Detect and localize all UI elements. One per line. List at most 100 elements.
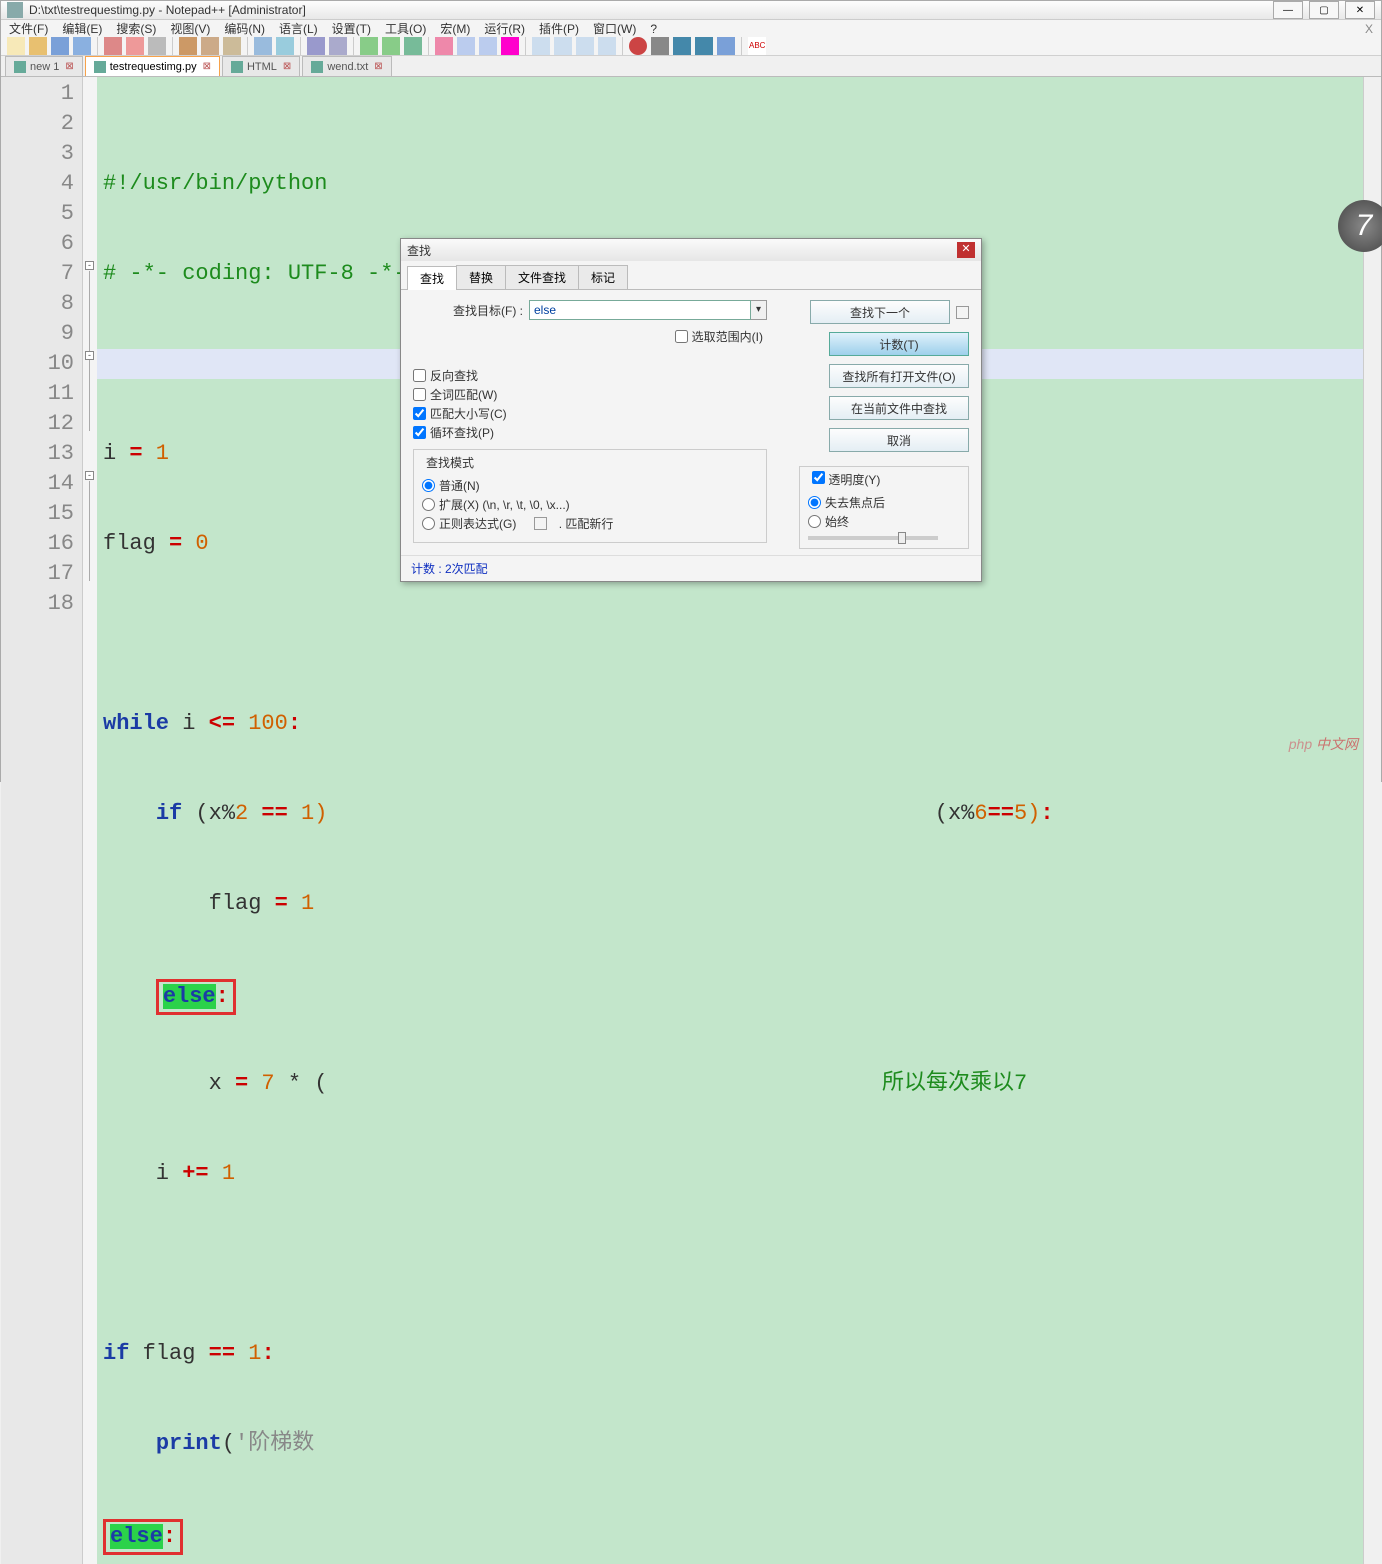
tab-close-icon[interactable]: ⊠ — [283, 61, 291, 72]
doc2-icon[interactable] — [554, 37, 572, 55]
menu-close-x[interactable]: X — [1365, 22, 1373, 36]
fold-toggle-icon[interactable]: - — [85, 261, 94, 270]
dialog-close-button[interactable]: ✕ — [957, 242, 975, 258]
mode-normal-radio[interactable] — [422, 479, 435, 492]
mode-extended-radio[interactable] — [422, 498, 435, 511]
copy-icon[interactable] — [201, 37, 219, 55]
title-bar[interactable]: D:\txt\testrequestimg.py - Notepad++ [Ad… — [1, 1, 1381, 20]
wholeword-checkbox[interactable] — [413, 388, 426, 401]
showall-icon[interactable] — [457, 37, 475, 55]
count-button[interactable]: 计数(T) — [829, 332, 969, 356]
tab-close-icon[interactable]: ⊠ — [374, 61, 382, 72]
tab-find[interactable]: 查找 — [407, 266, 457, 290]
trans-always-radio[interactable] — [808, 515, 821, 528]
app-icon — [7, 2, 23, 18]
undo-icon[interactable] — [254, 37, 272, 55]
fold-column[interactable]: - - - — [83, 77, 97, 1564]
tab-new1[interactable]: new 1⊠ — [5, 56, 83, 76]
find-icon[interactable] — [307, 37, 325, 55]
find-dialog[interactable]: 查找 ✕ 查找 替换 文件查找 标记 查找目标(F) : ▾ 选取范围内(I) … — [400, 238, 982, 582]
dialog-title-bar[interactable]: 查找 ✕ — [401, 239, 981, 261]
redo-icon[interactable] — [276, 37, 294, 55]
play-icon[interactable] — [673, 37, 691, 55]
funclist-icon[interactable] — [576, 37, 594, 55]
menu-plugins[interactable]: 插件(P) — [539, 20, 579, 37]
backward-checkbox[interactable] — [413, 369, 426, 382]
minimize-button[interactable]: — — [1273, 1, 1303, 19]
dialog-title: 查找 — [407, 242, 431, 259]
menu-language[interactable]: 语言(L) — [279, 20, 318, 37]
menu-run[interactable]: 运行(R) — [484, 20, 525, 37]
menu-file[interactable]: 文件(F) — [9, 20, 48, 37]
paste-icon[interactable] — [223, 37, 241, 55]
matchcase-checkbox[interactable] — [413, 407, 426, 420]
tab-findinfiles[interactable]: 文件查找 — [505, 265, 579, 289]
matchnewline-checkbox[interactable] — [534, 517, 547, 530]
tab-close-icon[interactable]: ⊠ — [203, 61, 211, 72]
dialog-status: 计数 : 2次匹配 — [401, 555, 981, 581]
sync-icon[interactable] — [404, 37, 422, 55]
transparency-slider[interactable] — [808, 536, 938, 540]
print-icon[interactable] — [148, 37, 166, 55]
tab-html[interactable]: HTML⊠ — [222, 56, 300, 76]
indent-icon[interactable] — [479, 37, 497, 55]
window-title: D:\txt\testrequestimg.py - Notepad++ [Ad… — [29, 3, 1273, 17]
fold-toggle-icon[interactable]: - — [85, 351, 94, 360]
wrap-icon[interactable] — [435, 37, 453, 55]
menu-edit[interactable]: 编辑(E) — [62, 20, 102, 37]
tab-testrequestimg[interactable]: testrequestimg.py⊠ — [85, 56, 220, 76]
new-icon[interactable] — [7, 37, 25, 55]
close-file-icon[interactable] — [104, 37, 122, 55]
menu-settings[interactable]: 设置(T) — [332, 20, 371, 37]
line-number-gutter: 123456789101112131415161718 — [1, 77, 83, 1564]
menu-tools[interactable]: 工具(O) — [385, 20, 426, 37]
replace-icon[interactable] — [329, 37, 347, 55]
menu-search[interactable]: 搜索(S) — [116, 20, 156, 37]
save-icon[interactable] — [51, 37, 69, 55]
dropdown-icon[interactable]: ▾ — [751, 300, 767, 320]
zoomout-icon[interactable] — [382, 37, 400, 55]
find-all-open-button[interactable]: 查找所有打开文件(O) — [829, 364, 969, 388]
wrap-checkbox[interactable] — [413, 426, 426, 439]
tab-replace[interactable]: 替换 — [456, 265, 506, 289]
menu-view[interactable]: 视图(V) — [170, 20, 210, 37]
slider-thumb[interactable] — [898, 532, 906, 544]
transparency-checkbox[interactable] — [812, 471, 825, 484]
highlight-box: else: — [103, 1519, 183, 1555]
tab-mark[interactable]: 标记 — [578, 265, 628, 289]
stop-icon[interactable] — [651, 37, 669, 55]
maximize-button[interactable]: ▢ — [1309, 1, 1339, 19]
map-icon[interactable] — [598, 37, 616, 55]
spellcheck-icon[interactable]: ABC — [748, 37, 766, 55]
in-selection-checkbox[interactable] — [675, 330, 688, 343]
zoomin-icon[interactable] — [360, 37, 378, 55]
find-next-button[interactable]: 查找下一个 — [810, 300, 950, 324]
record-icon[interactable] — [629, 37, 647, 55]
badge-7: 7 — [1338, 200, 1382, 252]
menu-encoding[interactable]: 编码(N) — [224, 20, 265, 37]
open-icon[interactable] — [29, 37, 47, 55]
playn-icon[interactable] — [695, 37, 713, 55]
saveall-icon[interactable] — [73, 37, 91, 55]
find-current-button[interactable]: 在当前文件中查找 — [829, 396, 969, 420]
cut-icon[interactable] — [179, 37, 197, 55]
menu-macro[interactable]: 宏(M) — [440, 20, 470, 37]
savemacro-icon[interactable] — [717, 37, 735, 55]
file-icon — [311, 61, 323, 73]
vertical-scrollbar[interactable] — [1363, 77, 1381, 1564]
direction-checkbox[interactable] — [956, 306, 969, 319]
mode-regex-radio[interactable] — [422, 517, 435, 530]
menu-window[interactable]: 窗口(W) — [593, 20, 636, 37]
doc-icon[interactable] — [532, 37, 550, 55]
tab-wend[interactable]: wend.txt⊠ — [302, 56, 391, 76]
menu-bar[interactable]: 文件(F) 编辑(E) 搜索(S) 视图(V) 编码(N) 语言(L) 设置(T… — [1, 20, 1381, 37]
close-button[interactable]: ✕ — [1345, 1, 1375, 19]
tab-close-icon[interactable]: ⊠ — [65, 61, 73, 72]
fold-toggle-icon[interactable]: - — [85, 471, 94, 480]
find-input[interactable] — [529, 300, 751, 320]
trans-onblur-radio[interactable] — [808, 496, 821, 509]
closeall-icon[interactable] — [126, 37, 144, 55]
userlang-icon[interactable] — [501, 37, 519, 55]
menu-help[interactable]: ? — [650, 22, 657, 36]
cancel-button[interactable]: 取消 — [829, 428, 969, 452]
